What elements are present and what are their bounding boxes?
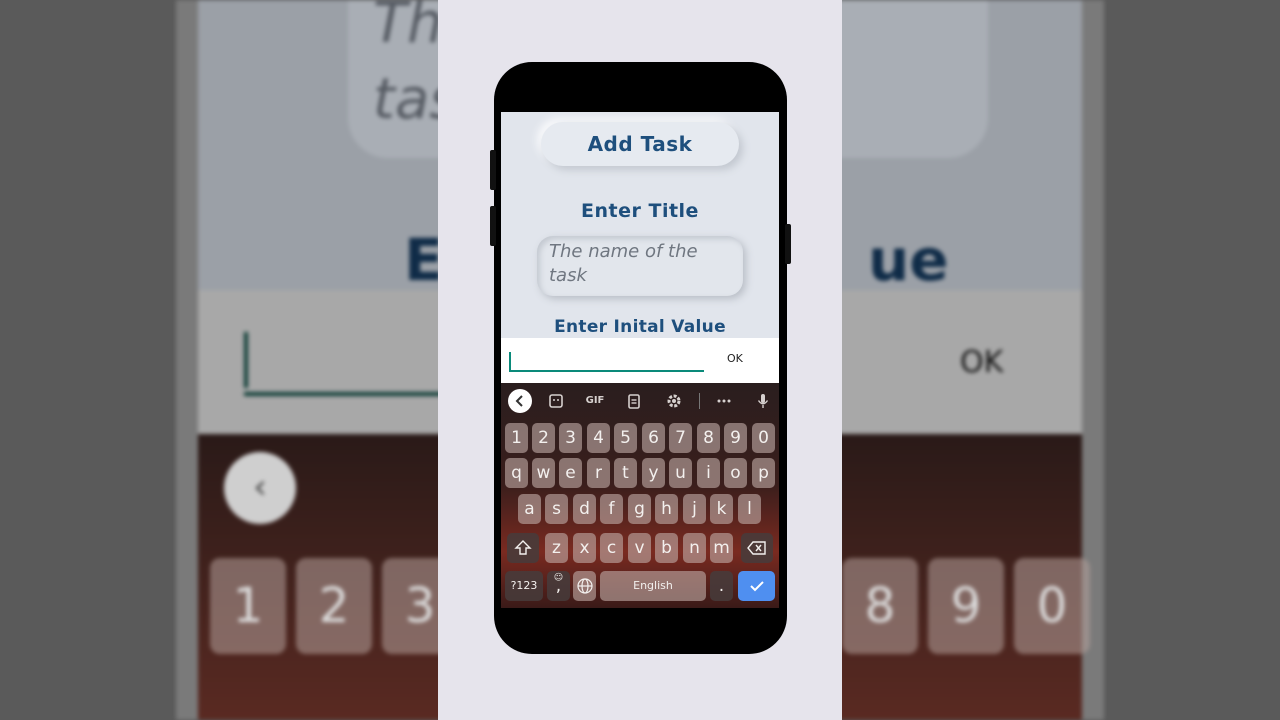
- key[interactable]: l: [738, 494, 761, 524]
- gif-button[interactable]: GIF: [580, 389, 610, 413]
- comma-key[interactable]: ☺ ,: [547, 571, 570, 601]
- key[interactable]: k: [710, 494, 733, 524]
- keyboard-toolbar: GIF: [501, 383, 779, 419]
- bg-heading-right: ue: [868, 226, 949, 294]
- key[interactable]: g: [628, 494, 651, 524]
- key[interactable]: 2: [532, 423, 555, 453]
- enter-value-heading: Enter Inital Value: [554, 317, 726, 337]
- key[interactable]: 1: [505, 423, 528, 453]
- key[interactable]: d: [573, 494, 596, 524]
- phone-power-button: [785, 224, 791, 264]
- key[interactable]: 8: [697, 423, 720, 453]
- enter-key[interactable]: [738, 571, 775, 601]
- value-dialog: OK: [501, 338, 779, 383]
- chevron-left-icon[interactable]: [508, 389, 532, 413]
- bg-ok-label: OK: [960, 345, 1004, 380]
- ok-button[interactable]: OK: [727, 352, 743, 365]
- space-key[interactable]: English: [600, 571, 706, 601]
- add-task-button[interactable]: Add Task: [541, 122, 739, 166]
- key[interactable]: 5: [614, 423, 637, 453]
- key[interactable]: 3: [559, 423, 582, 453]
- key[interactable]: q: [505, 458, 528, 488]
- bg-key: 0: [1014, 558, 1090, 654]
- key[interactable]: t: [614, 458, 637, 488]
- key[interactable]: w: [532, 458, 555, 488]
- key[interactable]: 6: [642, 423, 665, 453]
- key[interactable]: 0: [752, 423, 775, 453]
- key[interactable]: v: [628, 533, 651, 563]
- microphone-icon[interactable]: [751, 389, 775, 413]
- key[interactable]: u: [669, 458, 692, 488]
- key[interactable]: x: [573, 533, 596, 563]
- key[interactable]: 4: [587, 423, 610, 453]
- key[interactable]: s: [545, 494, 568, 524]
- period-key[interactable]: .: [710, 571, 733, 601]
- toolbar-divider: [699, 393, 700, 409]
- bg-cursor: [244, 332, 248, 388]
- text-cursor: [509, 352, 511, 370]
- key[interactable]: j: [683, 494, 706, 524]
- enter-title-heading: Enter Title: [581, 200, 699, 222]
- globe-key[interactable]: [573, 571, 596, 601]
- key[interactable]: i: [697, 458, 720, 488]
- key[interactable]: 9: [724, 423, 747, 453]
- gear-icon[interactable]: [662, 389, 686, 413]
- sticker-icon[interactable]: [544, 389, 568, 413]
- phone-screen: Add Task Enter Title The name of the tas…: [501, 112, 779, 608]
- key[interactable]: h: [655, 494, 678, 524]
- key[interactable]: r: [587, 458, 610, 488]
- bg-key: 9: [928, 558, 1004, 654]
- phone-volume-button: [490, 206, 496, 246]
- key[interactable]: z: [545, 533, 568, 563]
- symbols-key[interactable]: ?123: [505, 571, 543, 601]
- emoji-icon: ☺: [553, 573, 564, 583]
- bg-input-line: [244, 392, 464, 396]
- bg-key: 1: [210, 558, 286, 654]
- title-input[interactable]: The name of the task: [537, 236, 743, 296]
- key[interactable]: 7: [669, 423, 692, 453]
- bg-back-icon: ‹: [224, 452, 296, 524]
- key[interactable]: b: [655, 533, 678, 563]
- key[interactable]: e: [559, 458, 582, 488]
- phone-volume-button: [490, 150, 496, 190]
- clipboard-icon[interactable]: [622, 389, 646, 413]
- shift-key[interactable]: [507, 533, 539, 563]
- key[interactable]: m: [710, 533, 733, 563]
- key[interactable]: p: [752, 458, 775, 488]
- key[interactable]: a: [518, 494, 541, 524]
- key[interactable]: n: [683, 533, 706, 563]
- value-input[interactable]: [509, 348, 704, 372]
- backspace-key[interactable]: [741, 533, 773, 563]
- bg-key: 8: [842, 558, 918, 654]
- key[interactable]: o: [724, 458, 747, 488]
- key[interactable]: y: [642, 458, 665, 488]
- key[interactable]: f: [600, 494, 623, 524]
- bg-key: 2: [296, 558, 372, 654]
- soft-keyboard: GIF 1 2 3 4 5 6 7 8 9 0 q w e r t y u i …: [501, 383, 779, 608]
- more-icon[interactable]: [712, 389, 736, 413]
- key[interactable]: c: [600, 533, 623, 563]
